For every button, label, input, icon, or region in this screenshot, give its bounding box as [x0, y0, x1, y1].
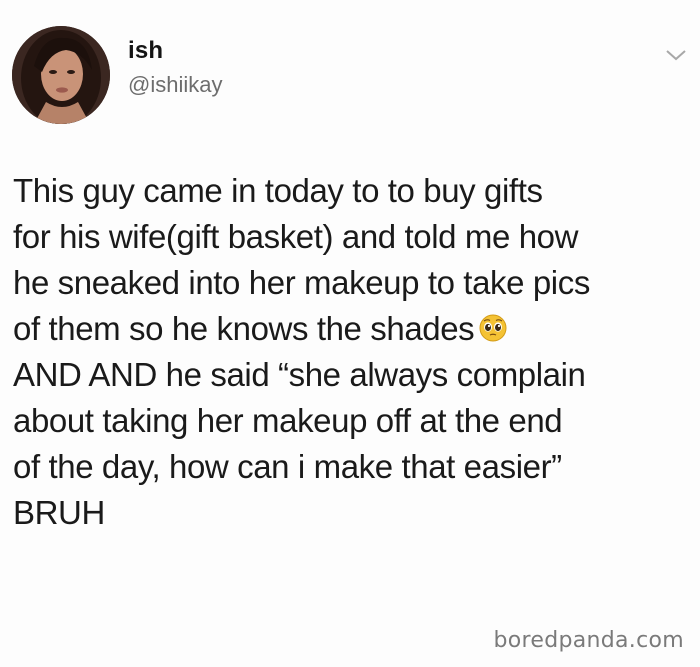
tweet-line: This guy came in today to to buy gifts [13, 172, 543, 209]
author-block: ish @ishiikay [128, 36, 222, 100]
tweet-line: AND AND he said “she always complain [13, 356, 586, 393]
tweet-line-with-emoji: of them so he knows the shades [13, 306, 697, 352]
tweet-line: about taking her makeup off at the end [13, 402, 563, 439]
watermark: boredpanda.com [493, 628, 684, 653]
tweet-line: of the day, how can i make that easier” [13, 448, 562, 485]
tweet-line: of them so he knows the shades [13, 310, 475, 347]
pleading-face-emoji-icon [479, 314, 507, 342]
tweet-line: BRUH [13, 494, 105, 531]
user-handle[interactable]: @ishiikay [128, 70, 222, 100]
tweet-line: for his wife(gift basket) and told me ho… [13, 218, 579, 255]
avatar[interactable] [12, 26, 110, 124]
tweet-line: he sneaked into her makeup to take pics [13, 264, 590, 301]
chevron-down-icon[interactable] [664, 46, 688, 64]
tweet-card: ish @ishiikay This guy came in today to … [0, 0, 700, 667]
tweet-text: This guy came in today to to buy gifts f… [13, 168, 697, 536]
display-name[interactable]: ish [128, 36, 222, 66]
